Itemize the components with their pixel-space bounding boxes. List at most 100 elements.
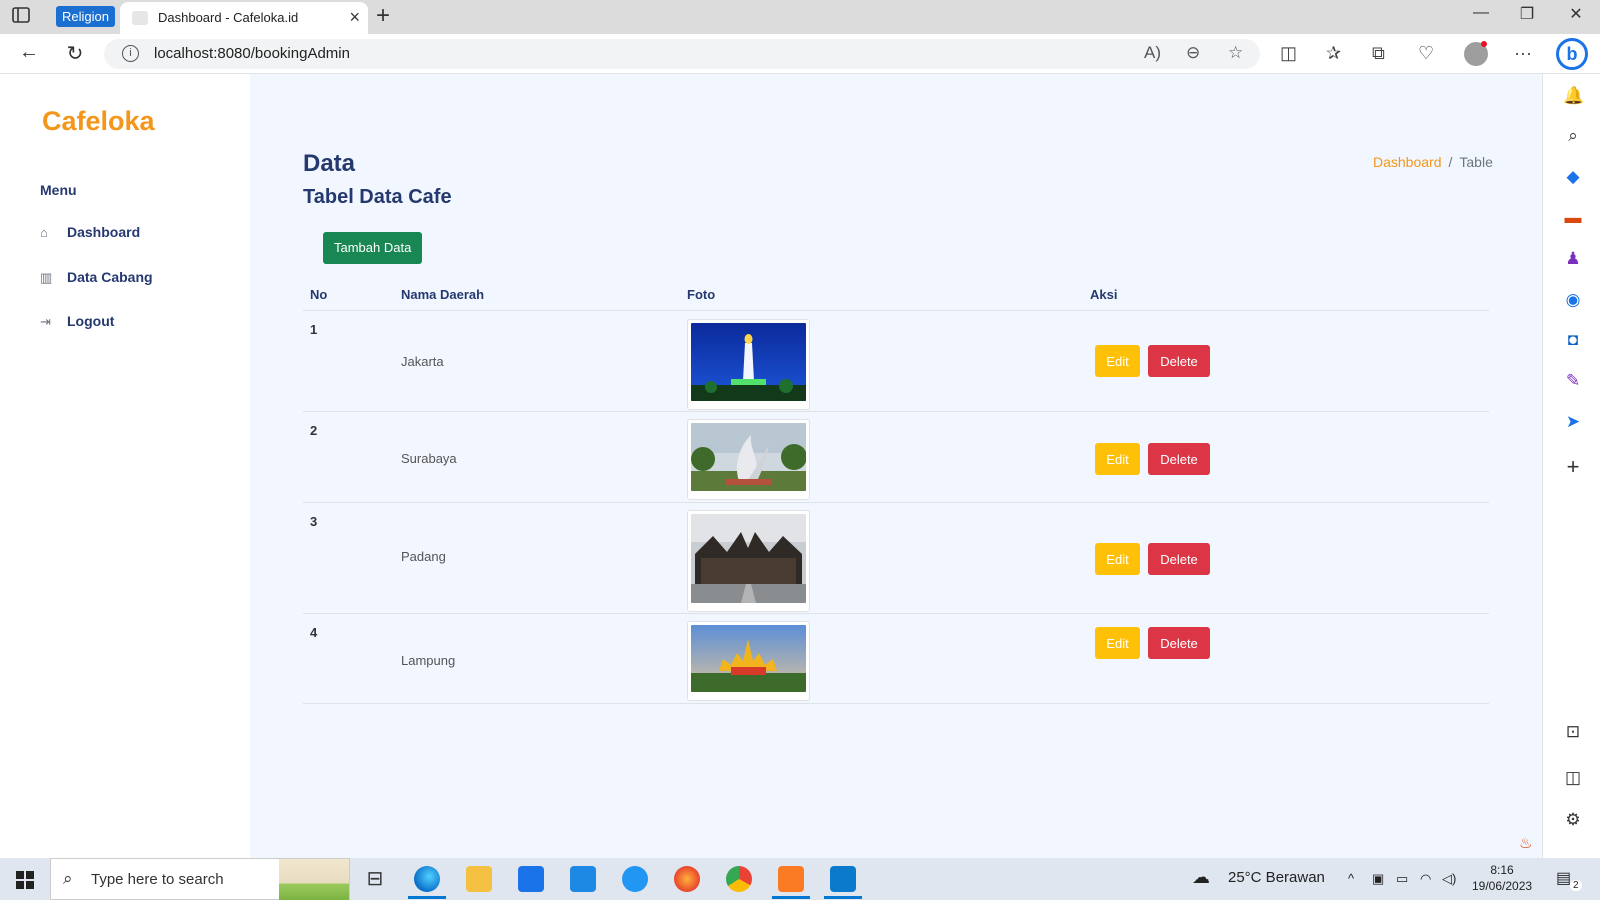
games-icon[interactable]: ♟ bbox=[1563, 249, 1583, 269]
edit-button[interactable]: Edit bbox=[1095, 443, 1140, 475]
building-icon: ▥ bbox=[40, 270, 53, 285]
taskbar-search[interactable]: ⌕ Type here to search bbox=[50, 858, 350, 900]
new-tab-icon[interactable]: + bbox=[376, 2, 390, 30]
close-tab-icon[interactable]: × bbox=[349, 7, 360, 28]
tab-title: Dashboard - Cafeloka.id bbox=[158, 10, 299, 25]
main-content: Data Tabel Data Cafe Dashboard / Table Tam… bbox=[250, 74, 1542, 858]
favorite-star-icon[interactable]: ☆ bbox=[1228, 43, 1243, 63]
bell-icon[interactable]: 🔔 bbox=[1563, 86, 1584, 106]
delete-button[interactable]: Delete bbox=[1148, 627, 1210, 659]
outlook-icon[interactable]: ◘ bbox=[1563, 330, 1583, 350]
drop-icon[interactable]: ➤ bbox=[1563, 412, 1583, 432]
xampp-active-indicator bbox=[772, 896, 810, 899]
edit-button[interactable]: Edit bbox=[1095, 345, 1140, 377]
app-sidebar: Cafeloka Menu ⌂ Dashboard ▥ Data Cabang … bbox=[0, 74, 250, 858]
favorites-icon[interactable]: ✰ bbox=[1326, 43, 1341, 64]
sidebar-item-logout[interactable]: ⇥ Logout bbox=[40, 311, 230, 333]
tray-overflow-icon[interactable]: ^ bbox=[1348, 871, 1354, 886]
clock[interactable]: 8:16 19/06/2023 bbox=[1472, 862, 1532, 894]
clock-date: 19/06/2023 bbox=[1472, 879, 1533, 893]
shopping-tag-icon[interactable]: ◆ bbox=[1563, 167, 1583, 187]
weather-text[interactable]: 25°C Berawan bbox=[1228, 869, 1325, 886]
task-view-icon[interactable]: ⊟ bbox=[362, 866, 388, 892]
row-photo-jakarta bbox=[687, 319, 810, 410]
chrome-icon[interactable] bbox=[726, 866, 752, 892]
screenshot-icon[interactable]: ⊡ bbox=[1563, 722, 1583, 742]
site-info-icon[interactable]: i bbox=[122, 45, 139, 62]
edge-sidebar: 🔔 ⌕ ◆ ▬ ♟ ◉ ◘ ✎ ➤ + ⊡ ◫ ⚙ bbox=[1542, 74, 1600, 858]
edge-app-icon[interactable] bbox=[414, 866, 440, 892]
profile-notification-dot bbox=[1481, 41, 1487, 47]
minimize-icon[interactable]: — bbox=[1466, 4, 1496, 22]
xampp-icon[interactable] bbox=[778, 866, 804, 892]
search-icon[interactable]: ⌕ bbox=[1563, 126, 1583, 146]
weather-icon[interactable]: ☁ bbox=[1192, 867, 1210, 888]
more-options-icon[interactable]: ··· bbox=[1514, 43, 1532, 64]
collections-icon[interactable]: ⧉ bbox=[1372, 43, 1385, 64]
brand-logo[interactable]: Cafeloka bbox=[42, 106, 155, 137]
vscode-active-indicator bbox=[824, 896, 862, 899]
vscode-icon[interactable] bbox=[830, 866, 856, 892]
windows-start-icon[interactable] bbox=[16, 871, 34, 889]
breadcrumb-dashboard-link[interactable]: Dashboard bbox=[1373, 154, 1442, 170]
delete-button[interactable]: Delete bbox=[1148, 345, 1210, 377]
designer-icon[interactable]: ✎ bbox=[1563, 371, 1583, 391]
row-name: Padang bbox=[401, 549, 446, 564]
settings-icon[interactable]: ⚙ bbox=[1563, 810, 1583, 830]
add-data-button[interactable]: Tambah Data bbox=[323, 232, 423, 264]
zoom-out-icon[interactable]: ⊖ bbox=[1186, 43, 1200, 63]
split-screen-icon[interactable]: ◫ bbox=[1280, 43, 1297, 64]
delete-button[interactable]: Delete bbox=[1148, 443, 1210, 475]
column-header-nama-daerah: Nama Daerah bbox=[401, 287, 485, 302]
notification-count-badge: 2 bbox=[1570, 880, 1582, 891]
edit-button[interactable]: Edit bbox=[1095, 627, 1140, 659]
read-aloud-icon[interactable]: A) bbox=[1144, 43, 1161, 63]
row-photo-lampung bbox=[687, 621, 810, 701]
address-bar[interactable]: i localhost:8080/bookingAdmin A) ⊖ ☆ bbox=[104, 39, 1260, 69]
table-row: 2 Surabaya Edit Delete bbox=[303, 412, 1489, 503]
store-icon[interactable] bbox=[518, 866, 544, 892]
hide-sidebar-icon[interactable]: ◫ bbox=[1563, 768, 1583, 788]
column-header-foto: Foto bbox=[687, 287, 716, 302]
taskbar-search-placeholder: Type here to search bbox=[91, 871, 224, 888]
file-explorer-icon[interactable] bbox=[466, 866, 492, 892]
table-row: 3 Padang Edit Delete bbox=[303, 503, 1489, 614]
firefox-icon[interactable] bbox=[674, 866, 700, 892]
logout-icon: ⇥ bbox=[40, 314, 51, 329]
tab-actions-icon[interactable] bbox=[12, 7, 38, 27]
restore-icon[interactable]: ❐ bbox=[1512, 4, 1542, 24]
column-header-no: No bbox=[310, 287, 328, 302]
meet-icon[interactable]: ▣ bbox=[1372, 871, 1384, 887]
browser-tab-active[interactable]: Dashboard - Cafeloka.id × bbox=[120, 2, 368, 34]
delete-button[interactable]: Delete bbox=[1148, 543, 1210, 575]
tools-icon[interactable]: ▬ bbox=[1563, 208, 1583, 228]
table-row: 4 Lampung Edit Delete bbox=[303, 614, 1489, 704]
wifi-icon[interactable]: ◠ bbox=[1420, 871, 1431, 887]
row-photo-padang bbox=[687, 510, 810, 612]
sidebar-item-label: Data Cabang bbox=[67, 269, 153, 285]
url-text[interactable]: localhost:8080/bookingAdmin bbox=[154, 45, 350, 62]
browser-tabbar: Religion Dashboard - Cafeloka.id × + — ❐… bbox=[0, 0, 1600, 34]
breadcrumb-current: Table bbox=[1459, 154, 1493, 170]
row-name: Surabaya bbox=[401, 451, 457, 466]
edit-button[interactable]: Edit bbox=[1095, 543, 1140, 575]
close-window-icon[interactable]: ✕ bbox=[1561, 4, 1591, 24]
sync-app-icon[interactable] bbox=[622, 866, 648, 892]
mail-icon[interactable] bbox=[570, 866, 596, 892]
microsoft-365-icon[interactable]: ◉ bbox=[1563, 290, 1583, 310]
breadcrumb: Dashboard / Table bbox=[1373, 154, 1493, 170]
breadcrumb-separator: / bbox=[1448, 154, 1453, 170]
flame-icon[interactable]: ♨ bbox=[1519, 834, 1532, 852]
battery-icon[interactable]: ▭ bbox=[1396, 871, 1408, 887]
tab-group-label[interactable]: Religion bbox=[56, 6, 115, 27]
menu-title: Menu bbox=[40, 182, 77, 198]
volume-icon[interactable]: ◁) bbox=[1442, 871, 1456, 887]
copilot-icon[interactable]: b bbox=[1556, 38, 1588, 70]
refresh-icon[interactable]: ↻ bbox=[62, 41, 88, 66]
add-sidebar-app-icon[interactable]: + bbox=[1563, 456, 1583, 478]
notification-center-icon[interactable]: ▤ bbox=[1556, 868, 1571, 888]
sidebar-item-data-cabang[interactable]: ▥ Data Cabang bbox=[40, 267, 230, 289]
browser-essentials-icon[interactable]: ♡ bbox=[1418, 43, 1434, 64]
sidebar-item-dashboard[interactable]: ⌂ Dashboard bbox=[40, 222, 230, 244]
back-icon[interactable]: ← bbox=[16, 41, 42, 64]
